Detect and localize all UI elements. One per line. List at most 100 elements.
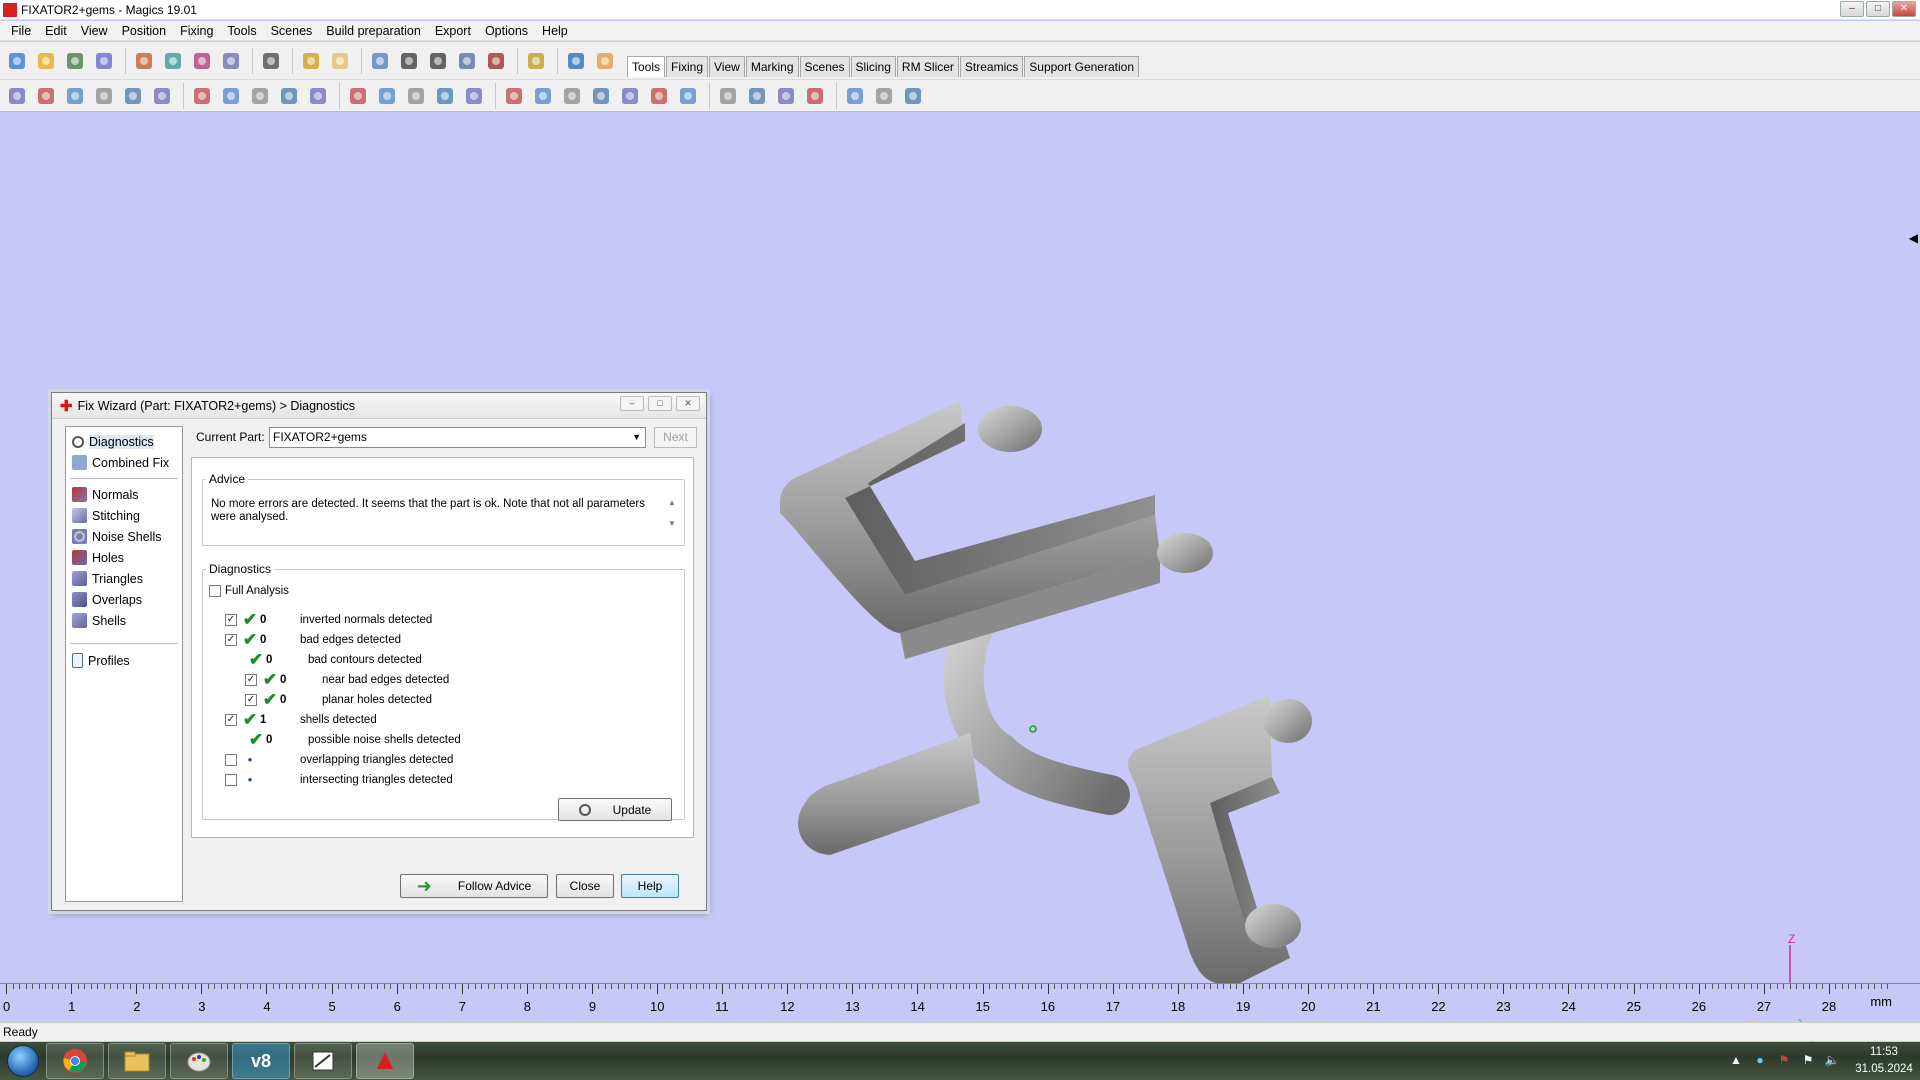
nav-item-stitching[interactable]: Stitching <box>66 505 182 526</box>
triangle-reduction-icon[interactable] <box>530 83 556 109</box>
undo-icon[interactable] <box>298 48 324 74</box>
dialog-maximize-button[interactable]: □ <box>648 396 672 411</box>
unload-icon[interactable] <box>218 48 244 74</box>
help-button[interactable]: Help <box>621 874 679 898</box>
tab-support-generation[interactable]: Support Generation <box>1024 56 1140 77</box>
save-as-icon[interactable] <box>91 48 117 74</box>
dialog-title-bar[interactable]: ✚ Fix Wizard (Part: FIXATOR2+gems) > Dia… <box>52 393 706 419</box>
language-flag-icon[interactable]: ⚑ <box>1776 1053 1792 1069</box>
offset-icon[interactable] <box>374 83 400 109</box>
close-dialog-button[interactable]: Close <box>556 874 614 898</box>
duplicate-icon[interactable] <box>189 83 215 109</box>
rescale-icon[interactable] <box>149 83 175 109</box>
whats-this-icon[interactable] <box>592 48 618 74</box>
section-icon[interactable] <box>501 83 527 109</box>
redo-icon[interactable] <box>327 48 353 74</box>
close-button[interactable]: ✕ <box>1892 1 1916 17</box>
wrap-icon[interactable] <box>588 83 614 109</box>
clock[interactable]: 11:53 31.05.2024 <box>1848 1044 1920 1078</box>
menu-build-preparation[interactable]: Build preparation <box>319 24 428 38</box>
taskbar-paint[interactable] <box>170 1043 228 1079</box>
zoom-fit-icon[interactable] <box>483 48 509 74</box>
tab-rm-slicer[interactable]: RM Slicer <box>896 56 959 77</box>
mesh-quality-icon[interactable] <box>842 83 868 109</box>
tab-tools[interactable]: Tools <box>627 56 666 77</box>
nav-item-diagnostics[interactable]: Diagnostics <box>66 431 182 452</box>
tab-scenes[interactable]: Scenes <box>799 56 850 77</box>
menu-options[interactable]: Options <box>478 24 535 38</box>
load-icon[interactable] <box>189 48 215 74</box>
nav-item-shells[interactable]: Shells <box>66 610 182 631</box>
rotate-default-icon[interactable] <box>91 83 117 109</box>
diagnostic-checkbox[interactable]: ✓ <box>245 693 257 706</box>
import-part-icon[interactable] <box>131 48 157 74</box>
zoom-icon[interactable] <box>454 48 480 74</box>
sinter-box-icon[interactable] <box>744 83 770 109</box>
tab-streamics[interactable]: Streamics <box>959 56 1024 77</box>
full-analysis-checkbox[interactable] <box>209 584 221 597</box>
nav-item-combined-fix[interactable]: Combined Fix <box>66 452 182 473</box>
hollow-icon[interactable] <box>305 83 331 109</box>
show-hidden-icons-icon[interactable]: ▲ <box>1728 1053 1744 1069</box>
fix-wizard-icon[interactable] <box>523 48 549 74</box>
action-center-icon[interactable]: ⚑ <box>1800 1053 1816 1069</box>
menu-export[interactable]: Export <box>428 24 478 38</box>
nav-item-normals[interactable]: Normals <box>66 484 182 505</box>
nesting-icon[interactable] <box>715 83 741 109</box>
menu-tools[interactable]: Tools <box>220 24 263 38</box>
taskbar-v8[interactable]: v8 <box>232 1043 290 1079</box>
nav-item-overlaps[interactable]: Overlaps <box>66 589 182 610</box>
diagnostic-checkbox[interactable]: ✓ <box>225 633 237 646</box>
dialog-minimize-button[interactable]: – <box>620 396 644 411</box>
pan-icon[interactable] <box>425 48 451 74</box>
diagnostic-checkbox[interactable] <box>225 753 237 766</box>
tab-fixing[interactable]: Fixing <box>666 56 709 77</box>
new-file-icon[interactable] <box>4 48 30 74</box>
maximize-button[interactable]: □ <box>1866 1 1890 17</box>
menu-file[interactable]: File <box>4 24 38 38</box>
taskbar-magics[interactable] <box>356 1043 414 1079</box>
measure-icon[interactable] <box>461 83 487 109</box>
taskbar-explorer[interactable] <box>108 1043 166 1079</box>
current-part-select[interactable]: FIXATOR2+gems ▼ <box>269 427 646 448</box>
save-icon[interactable] <box>62 48 88 74</box>
help-icon[interactable] <box>563 48 589 74</box>
open-folder-icon[interactable] <box>33 48 59 74</box>
extrude-icon[interactable] <box>345 83 371 109</box>
taskbar-chrome[interactable] <box>46 1043 104 1079</box>
rotate-view-icon[interactable] <box>396 48 422 74</box>
nav-item-holes[interactable]: Holes <box>66 547 182 568</box>
select-part-icon[interactable] <box>367 48 393 74</box>
boolean-icon[interactable] <box>403 83 429 109</box>
label-icon[interactable] <box>432 83 458 109</box>
update-button[interactable]: Update <box>558 798 672 821</box>
diagnostic-checkbox[interactable]: ✓ <box>245 673 257 686</box>
curvature-icon[interactable] <box>871 83 897 109</box>
cut-icon[interactable] <box>218 83 244 109</box>
next-button[interactable]: Next <box>654 427 697 448</box>
advice-scrollbar[interactable]: ▲ ▼ <box>666 492 678 540</box>
start-button[interactable] <box>0 1042 46 1080</box>
translate-default-icon[interactable] <box>33 83 59 109</box>
nav-item-profiles[interactable]: Profiles <box>66 650 182 671</box>
merge-icon[interactable] <box>276 83 302 109</box>
tab-marking[interactable]: Marking <box>745 56 799 77</box>
diagnostic-checkbox[interactable]: ✓ <box>225 713 237 726</box>
diagnostic-checkbox[interactable] <box>225 773 237 786</box>
tab-slicing[interactable]: Slicing <box>850 56 896 77</box>
menu-fixing[interactable]: Fixing <box>173 24 220 38</box>
minimize-button[interactable]: – <box>1840 1 1864 17</box>
nav-item-triangles[interactable]: Triangles <box>66 568 182 589</box>
taskbar-magics-snip[interactable] <box>294 1043 352 1079</box>
save-part-icon[interactable] <box>160 48 186 74</box>
menu-view[interactable]: View <box>74 24 115 38</box>
tab-view[interactable]: View <box>709 56 745 77</box>
collision-icon[interactable] <box>675 83 701 109</box>
follow-advice-button[interactable]: ➜ Follow Advice <box>400 874 548 898</box>
menu-scenes[interactable]: Scenes <box>264 24 320 38</box>
menu-edit[interactable]: Edit <box>38 24 74 38</box>
viewport-pin-icon[interactable]: ◀ <box>1909 231 1918 245</box>
volume-icon[interactable]: 🔈 <box>1824 1053 1840 1069</box>
compare-icon[interactable] <box>773 83 799 109</box>
thickness-icon[interactable] <box>646 83 672 109</box>
